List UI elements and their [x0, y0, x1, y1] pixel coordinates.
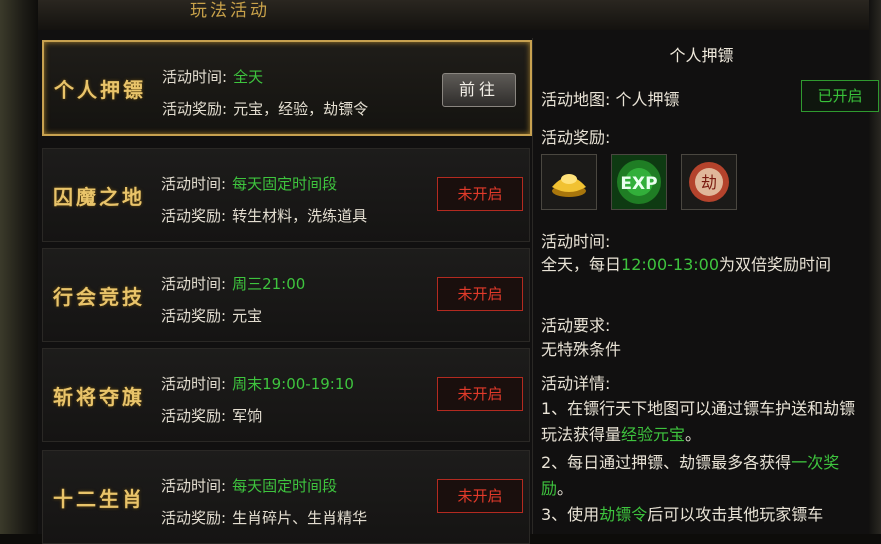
reward-value: 生肖碎片、生肖精华 [232, 509, 368, 527]
activity-name: 行会竞技 [53, 285, 145, 309]
p3-highlight: 劫镖令 [599, 505, 648, 524]
time-label: 活动时间: [161, 175, 227, 193]
time-value: 周三21:00 [232, 275, 306, 293]
reward-label: 活动奖励: [161, 207, 227, 225]
reward-label: 活动奖励: [161, 307, 227, 325]
time-value: 周末19:00-19:10 [232, 375, 354, 393]
not-open-button[interactable]: 未开启 [437, 479, 523, 513]
activity-name: 囚魔之地 [53, 185, 145, 209]
not-open-button[interactable]: 未开启 [437, 177, 523, 211]
time-value: 每天固定时间段 [232, 477, 338, 495]
detail-map: 活动地图: 个人押镖 [541, 86, 680, 110]
detail-paragraph-1: 1、在镖行天下地图可以通过镖车护送和劫镖玩法获得量经验元宝。 [541, 396, 869, 448]
activity-reward: 活动奖励: 转生材料，洗练道具 [161, 205, 367, 226]
activity-time: 活动时间: 周末19:00-19:10 [161, 373, 354, 394]
gold-ingot-icon[interactable] [541, 154, 597, 210]
activity-reward: 活动奖励: 元宝 [161, 305, 262, 326]
exp-icon[interactable]: EXP [611, 154, 667, 210]
activity-name: 个人押镖 [54, 78, 146, 102]
reward-label: 活动奖励: [161, 407, 227, 425]
activity-time: 活动时间: 周三21:00 [161, 273, 305, 294]
time-text-pre: 全天，每日 [541, 255, 622, 274]
detail-reward-label: 活动奖励: [541, 128, 611, 147]
activity-time: 活动时间: 每天固定时间段 [161, 173, 337, 194]
detail-title: 个人押镖 [669, 46, 734, 65]
time-label: 活动时间: [161, 275, 227, 293]
detail-time-label: 活动时间: [541, 232, 611, 251]
time-label: 活动时间: [161, 477, 227, 495]
not-open-button[interactable]: 未开启 [437, 277, 523, 311]
token-icon-text: 劫 [701, 173, 717, 192]
detail-info-label: 活动详情: [541, 374, 611, 393]
detail-req-label: 活动要求: [541, 316, 611, 335]
activity-reward: 活动奖励: 生肖碎片、生肖精华 [161, 507, 367, 528]
reward-label: 活动奖励: [162, 100, 228, 118]
window-top-frame [0, 0, 881, 30]
activity-row-escort[interactable]: 个人押镖 活动时间: 全天 活动奖励: 元宝，经验，劫镖令 前往 [42, 40, 532, 136]
map-label: 活动地图: [541, 90, 611, 109]
window-left-frame [0, 0, 38, 534]
p2-post: 。 [557, 479, 574, 498]
activity-name: 十二生肖 [53, 487, 145, 511]
activity-reward: 活动奖励: 元宝，经验，劫镖令 [162, 98, 368, 119]
time-value: 每天固定时间段 [232, 175, 338, 193]
time-text-post: 为双倍奖励时间 [719, 255, 832, 274]
detail-paragraph-3: 3、使用劫镖令后可以攻击其他玩家镖车 [541, 502, 869, 528]
activity-row-flag[interactable]: 斩将夺旗 活动时间: 周末19:00-19:10 活动奖励: 军饷 未开启 [42, 348, 530, 442]
map-value: 个人押镖 [615, 90, 680, 109]
time-label: 活动时间: [162, 68, 228, 86]
activity-reward: 活动奖励: 军饷 [161, 405, 262, 426]
activity-time: 活动时间: 每天固定时间段 [161, 475, 337, 496]
p1-post: 。 [685, 425, 702, 444]
p1-highlight: 经验元宝 [621, 425, 686, 444]
detail-time-text: 全天，每日12:00-13:00为双倍奖励时间 [541, 252, 869, 278]
go-button[interactable]: 前往 [442, 73, 516, 107]
activity-time: 活动时间: 全天 [162, 66, 263, 87]
exp-icon-text: EXP [620, 174, 657, 194]
status-open-badge: 已开启 [801, 80, 879, 112]
reward-value: 元宝 [232, 307, 263, 325]
activity-list: 个人押镖 活动时间: 全天 活动奖励: 元宝，经验，劫镖令 前往 囚魔之地 活动时间… [38, 38, 532, 544]
activity-row-demon[interactable]: 囚魔之地 活动时间: 每天固定时间段 活动奖励: 转生材料，洗练道具 未开启 [42, 148, 530, 242]
time-text-highlight: 12:00-13:00 [621, 255, 720, 274]
detail-paragraph-2: 2、每日通过押镖、劫镖最多各获得一次奖励。 [541, 450, 869, 502]
p2-pre: 2、每日通过押镖、劫镖最多各获得 [541, 453, 792, 472]
escort-token-icon[interactable]: 劫 [681, 154, 737, 210]
reward-value: 转生材料，洗练道具 [232, 207, 368, 225]
p3-post: 后可以攻击其他玩家镖车 [647, 505, 824, 524]
not-open-button[interactable]: 未开启 [437, 377, 523, 411]
window-title: 玩法活动 [190, 1, 270, 21]
activity-row-guild[interactable]: 行会竞技 活动时间: 周三21:00 活动奖励: 元宝 未开启 [42, 248, 530, 342]
reward-value: 军饷 [232, 407, 263, 425]
activity-name: 斩将夺旗 [53, 385, 145, 409]
activity-detail-panel: 个人押镖 活动地图: 个人押镖 已开启 活动奖励: EXP 劫 活动时间: 全天… [532, 38, 879, 534]
activity-row-zodiac[interactable]: 十二生肖 活动时间: 每天固定时间段 活动奖励: 生肖碎片、生肖精华 未开启 [42, 450, 530, 544]
reward-value: 元宝，经验，劫镖令 [233, 100, 369, 118]
time-value: 全天 [233, 68, 264, 86]
reward-label: 活动奖励: [161, 509, 227, 527]
p3-pre: 3、使用 [541, 505, 600, 524]
time-label: 活动时间: [161, 375, 227, 393]
detail-req-value: 无特殊条件 [541, 340, 622, 359]
